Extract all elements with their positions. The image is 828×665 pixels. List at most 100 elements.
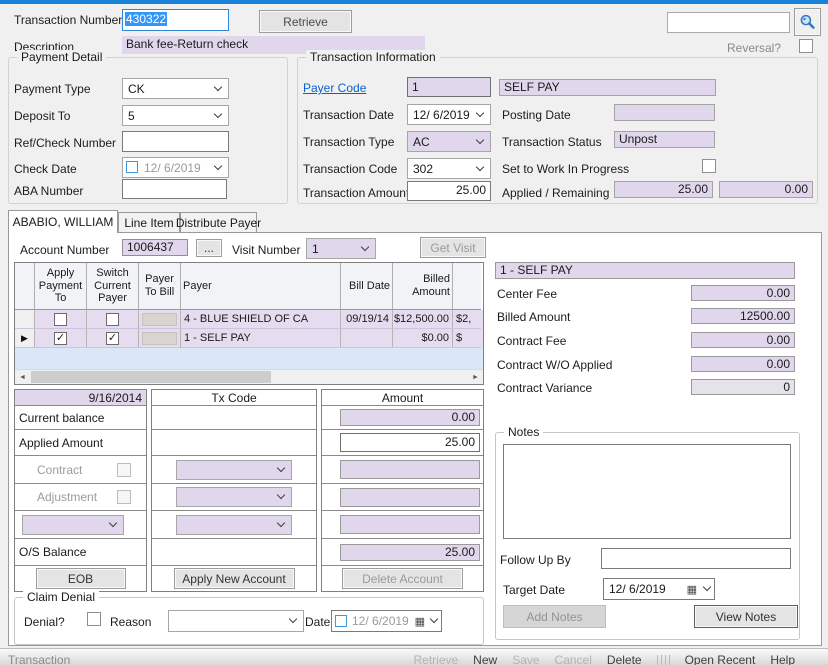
eob-button[interactable]: EOB — [36, 568, 126, 589]
transaction-number-input[interactable]: 430322 — [122, 9, 229, 31]
transaction-type-combo[interactable]: AC — [407, 131, 491, 152]
switch-payer-checkbox[interactable] — [106, 313, 119, 326]
search-input[interactable] — [667, 12, 790, 33]
transaction-date-combo[interactable]: 12/ 6/2019 — [407, 104, 491, 125]
apply-payment-checkbox[interactable]: ✓ — [54, 332, 67, 345]
chevron-down-icon — [361, 242, 369, 250]
deposit-to-combo[interactable]: 5 — [122, 105, 229, 126]
transaction-amount-input[interactable]: 25.00 — [407, 181, 491, 201]
chevron-down-icon — [476, 108, 484, 116]
account-number-field[interactable]: 1006437 — [122, 239, 188, 256]
payer-to-bill-cell — [139, 310, 181, 329]
set-to-wip-checkbox[interactable] — [702, 159, 716, 173]
switch-payer-cell[interactable]: ✓ — [87, 329, 139, 348]
contract-label: Contract — [37, 463, 82, 477]
transaction-code-label: Transaction Code — [303, 162, 397, 176]
scroll-thumb[interactable] — [31, 371, 271, 383]
row-selector[interactable] — [15, 310, 35, 329]
adjustment-txcode-combo[interactable] — [176, 487, 292, 507]
retrieve-button[interactable]: Retrieve — [259, 10, 352, 33]
aba-number-input[interactable] — [122, 179, 227, 199]
denial-checkbox[interactable] — [87, 612, 101, 626]
window-accent-strip — [0, 0, 828, 4]
applied-remaining-label: Applied / Remaining — [502, 186, 609, 200]
remaining-field: 0.00 — [719, 181, 813, 198]
tab-patient[interactable]: ABABIO, WILLIAM — [8, 210, 118, 233]
grid-hscrollbar[interactable]: ◄ ► — [15, 369, 483, 384]
payer-cell[interactable]: 4 - BLUE SHIELD OF CA — [181, 310, 341, 329]
scroll-left-icon[interactable]: ◄ — [15, 370, 30, 384]
search-button[interactable] — [794, 8, 821, 36]
payer-row-blue-shield[interactable]: 4 - BLUE SHIELD OF CA 09/19/14 $12,500.0… — [15, 310, 483, 329]
contract-fee-label: Contract Fee — [497, 334, 566, 348]
payer-code-link[interactable]: Payer Code — [303, 81, 366, 95]
adjustment-amount-row — [322, 484, 483, 511]
tab-line-item-label: Line Item — [124, 216, 173, 230]
check-date-checkbox[interactable] — [126, 161, 138, 173]
ref-check-number-input[interactable] — [122, 131, 229, 152]
scroll-right-icon[interactable]: ► — [468, 370, 483, 384]
center-fee-field: 0.00 — [691, 285, 795, 301]
col-payer-to-bill: Payer To Bill — [139, 263, 181, 310]
denial-date-label: Date — [305, 615, 330, 629]
payer-cell[interactable]: 1 - SELF PAY — [181, 329, 341, 348]
applied-amount-input[interactable]: 25.00 — [340, 433, 480, 452]
reversal-checkbox[interactable] — [799, 39, 813, 53]
denial-date-checkbox[interactable] — [335, 615, 347, 627]
target-date-picker[interactable]: 12/ 6/2019 ▦ — [603, 578, 715, 600]
payer-grid[interactable]: Apply Payment To Switch Current Payer Pa… — [14, 262, 484, 385]
col-partial — [453, 263, 481, 310]
transaction-amount-label: Transaction Amount — [303, 186, 409, 200]
delete-account-row: Delete Account — [322, 566, 483, 591]
tab-line-item[interactable]: Line Item — [118, 212, 180, 233]
denial-reason-combo[interactable] — [168, 610, 304, 632]
transaction-date-value: 12/ 6/2019 — [413, 108, 470, 122]
apply-payment-checkbox[interactable] — [54, 313, 67, 326]
statusbar-open-recent[interactable]: Open Recent — [685, 653, 756, 665]
chevron-down-icon — [214, 161, 222, 169]
payer-row-self-pay[interactable]: ▶ ✓ ✓ 1 - SELF PAY $0.00 $ — [15, 329, 483, 348]
extra-type-combo[interactable] — [22, 515, 124, 535]
follow-up-by-input[interactable] — [601, 548, 791, 569]
contract-checkbox — [117, 463, 131, 477]
billed-amount-cell: $0.00 — [393, 329, 453, 348]
notes-textarea[interactable] — [503, 444, 791, 539]
contract-wo-applied-label: Contract W/O Applied — [497, 358, 612, 372]
payment-type-label: Payment Type — [14, 82, 91, 96]
view-notes-button[interactable]: View Notes — [694, 605, 798, 628]
search-icon — [798, 13, 817, 32]
apply-payment-cell[interactable]: ✓ — [35, 329, 87, 348]
os-balance-label: O/S Balance — [15, 539, 146, 566]
extra-txcode-combo[interactable] — [176, 515, 292, 535]
switch-payer-cell[interactable] — [87, 310, 139, 329]
contract-txcode-combo[interactable] — [176, 460, 292, 480]
applied-amount-label: Applied Amount — [15, 430, 146, 456]
tx-code-header: Tx Code — [152, 390, 316, 406]
billed-amount-field: 12500.00 — [691, 308, 795, 324]
denial-date-picker[interactable]: 12/ 6/2019 ▦ — [331, 610, 442, 632]
col-payer: Payer — [181, 263, 341, 310]
payer-to-bill-box — [142, 332, 177, 345]
account-number-label: Account Number — [20, 243, 109, 257]
switch-payer-checkbox[interactable]: ✓ — [106, 332, 119, 345]
amount-header: Amount — [322, 390, 483, 406]
transaction-code-combo[interactable]: 302 — [407, 158, 491, 179]
tab-distribute-payer[interactable]: Distribute Payer — [180, 212, 257, 233]
payer-to-bill-box — [142, 313, 177, 326]
apply-new-account-button[interactable]: Apply New Account — [174, 568, 295, 589]
chevron-down-icon — [289, 615, 297, 623]
adjustment-checkbox — [117, 490, 131, 504]
statusbar-help[interactable]: Help — [770, 653, 795, 665]
visit-number-combo[interactable]: 1 — [306, 238, 376, 259]
payer-name-field: SELF PAY — [499, 79, 716, 96]
statusbar-delete[interactable]: Delete — [607, 653, 642, 665]
reason-label: Reason — [110, 615, 151, 629]
col-apply-payment-to: Apply Payment To — [35, 263, 87, 310]
apply-payment-cell[interactable] — [35, 310, 87, 329]
browse-account-button[interactable]: ... — [196, 239, 222, 257]
check-date-picker[interactable]: 12/ 6/2019 — [122, 157, 229, 178]
payment-type-combo[interactable]: CK — [122, 78, 229, 99]
payer-detail-title: 1 - SELF PAY — [495, 262, 795, 279]
statusbar-new[interactable]: New — [473, 653, 497, 665]
transaction-info-title: Transaction Information — [306, 50, 440, 64]
